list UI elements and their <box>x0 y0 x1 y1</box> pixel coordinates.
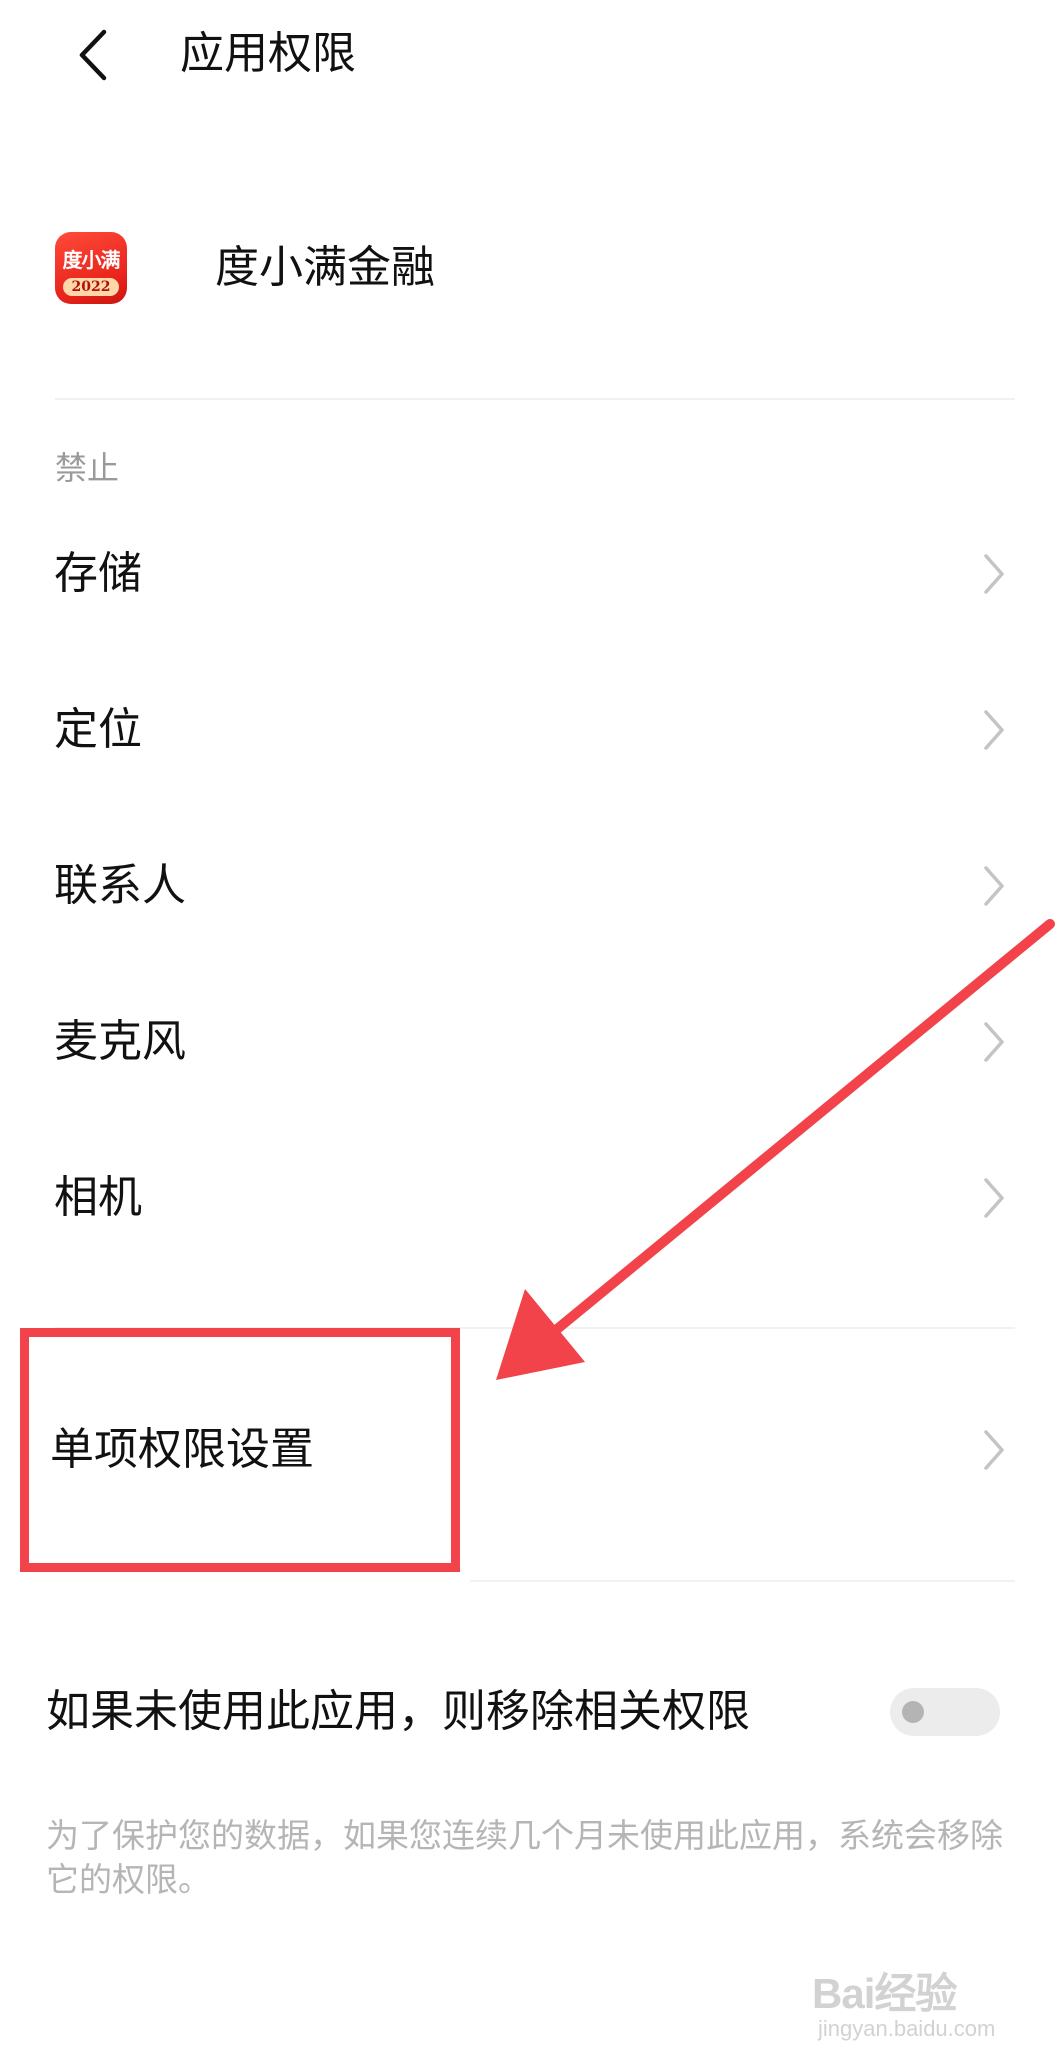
permission-label: 定位 <box>54 704 142 755</box>
chevron-right-icon <box>984 554 1004 594</box>
toggle-knob <box>902 1701 924 1723</box>
chevron-right-icon <box>984 1430 1004 1470</box>
single-permission-settings-label: 单项权限设置 <box>50 1424 314 1475</box>
app-icon: 度小满 2022 <box>55 232 127 304</box>
chevron-right-icon <box>984 1022 1004 1062</box>
chevron-right-icon <box>984 866 1004 906</box>
auto-revoke-description: 为了保护您的数据，如果您连续几个月未使用此应用，系统会移除它的权限。 <box>46 1816 1003 1899</box>
back-arrow-icon <box>79 29 107 81</box>
chevron-right-icon <box>984 710 1004 750</box>
auto-revoke-label: 如果未使用此应用，则移除相关权限 <box>46 1686 750 1737</box>
app-header: 度小满 2022 度小满金融 <box>55 232 1015 314</box>
permission-label: 存储 <box>54 548 142 599</box>
chevron-right-icon <box>984 1178 1004 1218</box>
permission-item-location[interactable]: 定位 <box>0 652 1060 808</box>
divider <box>55 398 1015 400</box>
auto-revoke-toggle[interactable] <box>890 1688 1000 1736</box>
permission-label: 相机 <box>54 1172 142 1223</box>
permission-item-contacts[interactable]: 联系人 <box>0 808 1060 964</box>
page-title: 应用权限 <box>180 28 356 79</box>
app-icon-text: 度小满 <box>62 248 121 272</box>
permission-label: 联系人 <box>54 860 186 911</box>
app-name: 度小满金融 <box>215 242 435 293</box>
permission-item-camera[interactable]: 相机 <box>0 1120 1060 1276</box>
permission-item-microphone[interactable]: 麦克风 <box>0 964 1060 1120</box>
back-button[interactable] <box>60 20 130 90</box>
divider <box>470 1580 1015 1582</box>
app-icon-year: 2022 <box>63 278 119 296</box>
auto-revoke-row: 如果未使用此应用，则移除相关权限 <box>0 1656 1060 1768</box>
watermark-url: jingyan.baidu.com <box>818 2016 996 2041</box>
single-permission-settings-item[interactable]: 单项权限设置 <box>0 1372 1060 1528</box>
watermark-logo-text: Bai经验 <box>812 1970 957 2017</box>
permission-item-storage[interactable]: 存储 <box>0 496 1060 652</box>
permission-label: 麦克风 <box>54 1016 186 1067</box>
baidu-jingyan-watermark: Bai经验 jingyan.baidu.com <box>812 1960 1032 2060</box>
divider <box>55 1327 1015 1329</box>
section-label-denied: 禁止 <box>55 449 120 487</box>
